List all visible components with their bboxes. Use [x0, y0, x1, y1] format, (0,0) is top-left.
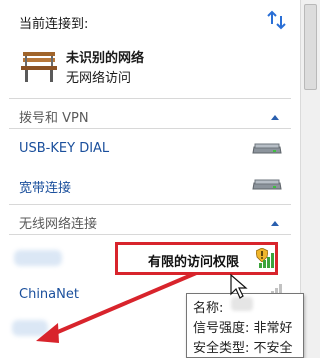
divider: [9, 128, 291, 129]
tooltip-name: 名称:: [193, 301, 224, 316]
wireless-section-header[interactable]: 无线网络连接: [0, 206, 300, 234]
dialup-item-broadband[interactable]: 宽带连接: [0, 170, 300, 200]
collapse-icon[interactable]: [270, 216, 280, 226]
divider: [9, 234, 291, 235]
modem-icon: [251, 141, 283, 157]
limited-access-highlight[interactable]: 有限的访问权限: [115, 242, 278, 275]
refresh-icon[interactable]: [266, 10, 288, 30]
dialup-item-usb-key[interactable]: USB-KEY DIAL: [0, 134, 300, 164]
header-title: 当前连接到:: [19, 17, 89, 32]
limited-access-status: 有限的访问权限: [148, 255, 240, 270]
divider: [9, 204, 291, 205]
scrollbar-thumb[interactable]: [304, 4, 317, 90]
wifi-item-redacted[interactable]: [14, 250, 62, 266]
tooltip-signal: 信号强度: 非常好: [193, 321, 293, 336]
signal-strength-icon: [258, 249, 276, 269]
wifi-item-redacted[interactable]: [12, 320, 48, 336]
divider: [9, 98, 291, 99]
network-status: 无网络访问: [66, 71, 132, 86]
dialup-item-label: USB-KEY DIAL: [19, 141, 110, 156]
park-bench-icon: [19, 48, 59, 84]
wifi-item-label: ChinaNet: [19, 287, 79, 302]
dialup-section-header[interactable]: 拨号和 VPN: [0, 100, 300, 128]
dialup-section-label: 拨号和 VPN: [19, 111, 89, 126]
tooltip-security: 安全类型: 不安全: [193, 341, 293, 356]
current-connection: 未识别的网络 无网络访问: [0, 40, 300, 98]
wireless-section-label: 无线网络连接: [19, 217, 98, 232]
mouse-cursor-icon: [229, 273, 249, 300]
collapse-icon[interactable]: [270, 110, 280, 120]
network-tooltip: 名称: 信号强度: 非常好 安全类型: 不安全: [186, 293, 304, 358]
network-name: 未识别的网络: [66, 51, 145, 66]
header: 当前连接到:: [0, 0, 300, 40]
modem-icon: [251, 177, 283, 193]
dialup-item-label: 宽带连接: [19, 181, 72, 196]
